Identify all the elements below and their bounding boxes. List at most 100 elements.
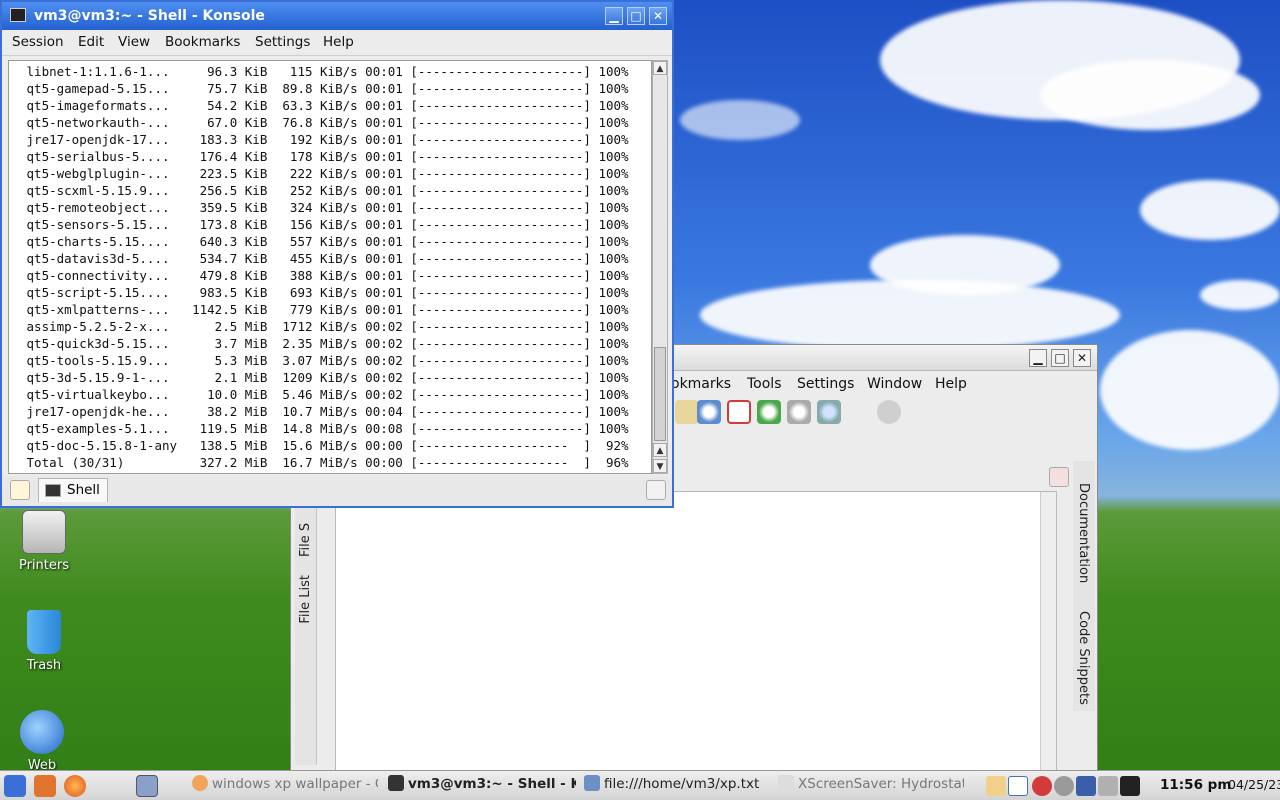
wallpaper-cloud	[1040, 60, 1260, 130]
wallpaper-cloud	[700, 280, 1120, 350]
terminal-icon	[45, 484, 61, 497]
menu-bookmarks[interactable]: Bookmarks	[165, 34, 240, 50]
konsole-menubar: Session Edit View Bookmarks Settings Hel…	[2, 30, 672, 56]
task-xscreensaver[interactable]: XScreenSaver: Hydrostat	[778, 775, 964, 797]
terminal-line: qt5-3d-5.15.9-1-... 2.1 MiB 1209 KiB/s 0…	[19, 370, 629, 385]
terminal-line: qt5-sensors-5.15... 173.8 KiB 156 KiB/s …	[19, 217, 629, 232]
scroll-thumb[interactable]	[654, 347, 666, 441]
tab-file-list[interactable]: File List	[298, 575, 313, 624]
menu-window[interactable]: Window	[867, 376, 922, 392]
task-firefox[interactable]: windows xp wallpaper - G	[192, 775, 378, 797]
menu-session[interactable]: Session	[12, 34, 64, 50]
terminal-line: qt5-datavis3d-5.... 534.7 KiB 455 KiB/s …	[19, 251, 629, 266]
home-icon[interactable]	[34, 775, 56, 797]
terminal-line: qt5-serialbus-5.... 176.4 KiB 178 KiB/s …	[19, 149, 629, 164]
editor-area[interactable]	[335, 491, 1057, 771]
terminal-line: qt5-scxml-5.15.9... 256.5 KiB 252 KiB/s …	[19, 183, 629, 198]
menu-settings[interactable]: Settings	[255, 34, 310, 50]
desktop-icon-label: Printers	[18, 558, 70, 573]
close-icon	[778, 775, 794, 791]
terminal-line: jre17-openjdk-he... 38.2 MiB 10.7 MiB/s …	[19, 404, 629, 419]
menu-view[interactable]: View	[118, 34, 150, 50]
wallpaper-cloud	[1100, 330, 1280, 450]
zoom-in-icon[interactable]	[757, 400, 781, 424]
taskbar: windows xp wallpaper - G vm3@vm3:~ - She…	[0, 770, 1280, 800]
menu-tools[interactable]: Tools	[747, 376, 782, 392]
terminal-line: qt5-xmlpatterns-... 1142.5 KiB 779 KiB/s…	[19, 302, 629, 317]
wallpaper-cloud	[1200, 280, 1280, 310]
terminal-line: qt5-webglplugin-... 223.5 KiB 222 KiB/s …	[19, 166, 629, 181]
stop-icon[interactable]	[877, 400, 901, 424]
menu-edit[interactable]: Edit	[78, 34, 104, 50]
desktop-pager-icon[interactable]	[136, 775, 158, 797]
scroll-up-icon[interactable]: ▲	[653, 61, 667, 75]
right-sidebar: Documentation Code Snippets	[1073, 461, 1095, 711]
desktop-icon-trash[interactable]: Trash	[4, 610, 84, 673]
left-sidebar: File S File List	[295, 505, 317, 765]
task-label: windows xp wallpaper - G	[212, 776, 378, 792]
terminal-line: qt5-doc-5.15.8-1-any 138.5 MiB 15.6 MiB/…	[19, 438, 629, 453]
task-label: XScreenSaver: Hydrostat	[798, 776, 964, 792]
fit-window-icon[interactable]	[727, 400, 751, 424]
tab-file-system[interactable]: File S	[298, 507, 313, 557]
close-sidebar-icon[interactable]	[1049, 467, 1069, 487]
whats-this-icon[interactable]	[817, 400, 841, 424]
scroll-up-icon[interactable]: ▲	[653, 443, 667, 457]
tab-code-snippets[interactable]: Code Snippets	[1076, 611, 1091, 705]
tab-shell[interactable]: Shell	[38, 478, 108, 502]
display-icon[interactable]	[1076, 776, 1096, 796]
new-tab-icon[interactable]	[10, 480, 30, 500]
clock-time[interactable]: 11:56 pm	[1160, 777, 1231, 793]
firefox-icon[interactable]	[64, 775, 86, 797]
close-button[interactable]: ✕	[1073, 349, 1091, 367]
terminal-line: qt5-virtualkeybo... 10.0 MiB 5.46 MiB/s …	[19, 387, 629, 402]
menu-bookmarks[interactable]: okmarks	[671, 376, 731, 392]
task-konsole[interactable]: vm3@vm3:~ - Shell - K	[388, 775, 576, 797]
tab-documentation[interactable]: Documentation	[1076, 483, 1091, 583]
konsole-titlebar[interactable]: vm3@vm3:~ - Shell - Konsole ▁ □ ✕	[2, 2, 672, 30]
minimize-button[interactable]: ▁	[1029, 349, 1047, 367]
terminal-line: assimp-5.2.5-2-x... 2.5 MiB 1712 KiB/s 0…	[19, 319, 629, 334]
close-tab-icon[interactable]	[646, 480, 666, 500]
volume-icon[interactable]	[1098, 776, 1118, 796]
terminal-line: qt5-imageformats... 54.2 KiB 63.3 KiB/s …	[19, 98, 629, 113]
menu-help[interactable]: Help	[323, 34, 354, 50]
close-button[interactable]: ✕	[649, 7, 667, 25]
window-title: vm3@vm3:~ - Shell - Konsole	[34, 8, 265, 24]
terminal-line: qt5-charts-5.15.... 640.3 KiB 557 KiB/s …	[19, 234, 629, 249]
menu-settings[interactable]: Settings	[797, 376, 854, 392]
desktop-icon-web[interactable]: Web	[2, 710, 82, 773]
menu-help[interactable]: Help	[935, 376, 967, 392]
konsole-tabbar: Shell	[2, 476, 672, 506]
task-editor[interactable]: file:///home/vm3/xp.txt	[584, 775, 772, 797]
terminal-line: jre17-openjdk-17... 183.3 KiB 192 KiB/s …	[19, 132, 629, 147]
clock-date[interactable]: 04/25/23	[1228, 777, 1280, 792]
zoom-out-icon[interactable]	[787, 400, 811, 424]
kde-menu-icon[interactable]	[4, 775, 26, 797]
terminal-line: qt5-quick3d-5.15... 3.7 MiB 2.35 MiB/s 0…	[19, 336, 629, 351]
terminal-icon	[10, 8, 26, 22]
maximize-button[interactable]: □	[627, 7, 645, 25]
globe-icon[interactable]	[1054, 776, 1074, 796]
editor-scrollbar[interactable]	[1040, 492, 1056, 770]
terminal-line: qt5-connectivity... 479.8 KiB 388 KiB/s …	[19, 268, 629, 283]
lock-icon[interactable]	[1120, 776, 1140, 796]
konsole-window[interactable]: vm3@vm3:~ - Shell - Konsole ▁ □ ✕ Sessio…	[0, 0, 674, 508]
maximize-button[interactable]: □	[1051, 349, 1069, 367]
terminal-output[interactable]: libnet-1:1.1.6-1... 96.3 KiB 115 KiB/s 0…	[8, 60, 652, 474]
desktop-icon-printers[interactable]: Printers	[4, 510, 84, 573]
task-label: file:///home/vm3/xp.txt	[604, 776, 760, 792]
minimize-button[interactable]: ▁	[605, 7, 623, 25]
network-error-icon[interactable]	[1032, 776, 1052, 796]
terminal-scrollbar[interactable]: ▲ ▲ ▼	[652, 60, 668, 474]
terminal-icon	[388, 775, 404, 791]
terminal-line: qt5-tools-5.15.9... 5.3 MiB 3.07 MiB/s 0…	[19, 353, 629, 368]
scroll-down-icon[interactable]: ▼	[653, 459, 667, 473]
notes-icon[interactable]	[1008, 776, 1028, 796]
paste-icon[interactable]	[675, 400, 699, 424]
find-icon[interactable]	[697, 400, 721, 424]
globe-icon	[20, 710, 64, 754]
desktop-icon-label: Trash	[26, 658, 62, 673]
klipper-icon[interactable]	[986, 776, 1006, 796]
tab-label: Shell	[67, 482, 100, 498]
